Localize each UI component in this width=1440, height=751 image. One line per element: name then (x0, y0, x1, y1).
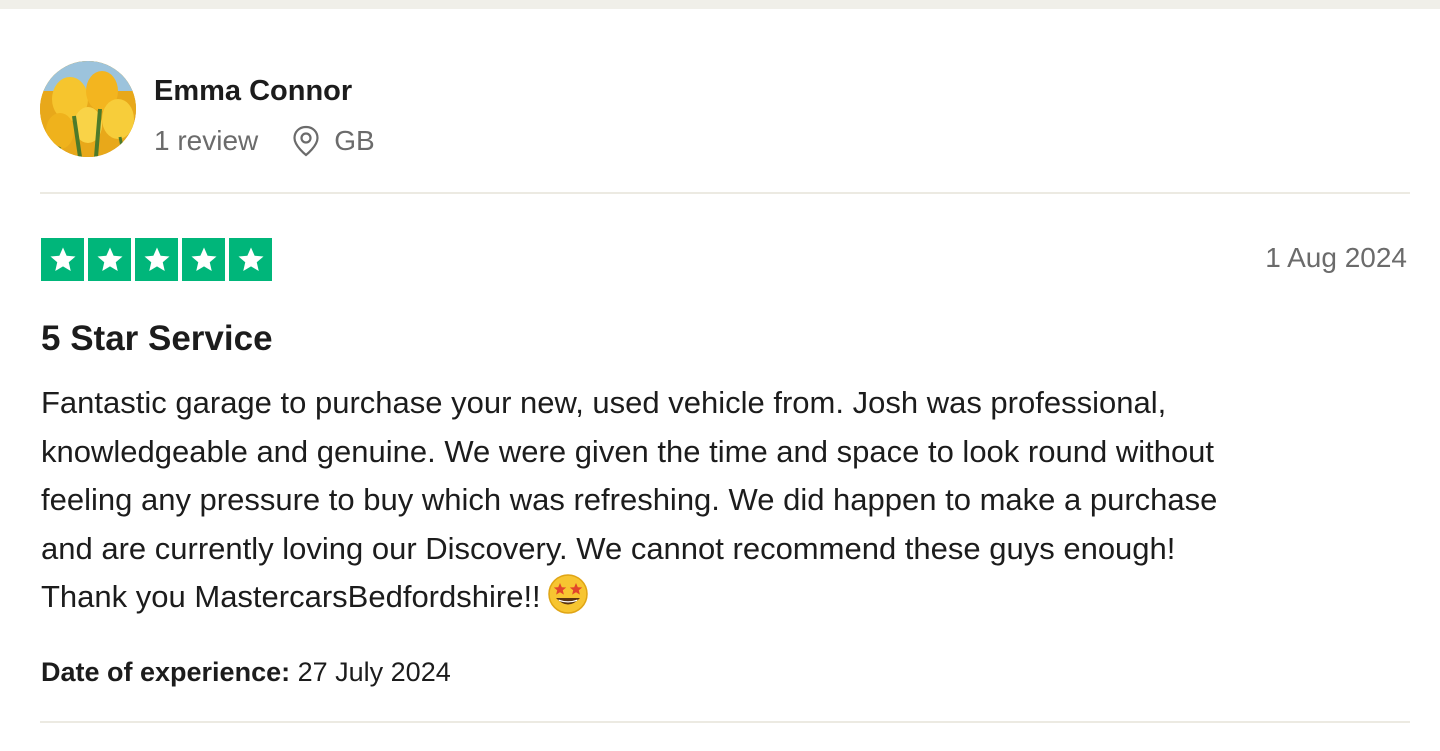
review-body-line: Thank you MastercarsBedfordshire!! (41, 579, 541, 614)
date-of-experience: Date of experience: 27 July 2024 (41, 657, 451, 688)
review-date: 1 Aug 2024 (1265, 242, 1407, 273)
reviewer-country: GB (334, 125, 375, 156)
reviewer-meta: 1 review GB (154, 124, 375, 158)
reviewer-avatar[interactable] (40, 61, 136, 157)
review-body-line: feeling any pressure to buy which was re… (41, 482, 1218, 517)
header-divider (40, 192, 1410, 194)
reviewer-name[interactable]: Emma Connor (154, 75, 352, 108)
review-title[interactable]: 5 Star Service (41, 319, 273, 359)
star-icon (88, 238, 131, 281)
star-rating (41, 238, 272, 281)
experience-date: 27 July 2024 (297, 657, 451, 687)
review-body-line: and are currently loving our Discovery. … (41, 530, 1176, 566)
map-pin-icon (292, 125, 320, 157)
star-icon (229, 238, 272, 281)
star-struck-emoji-icon (547, 573, 589, 630)
tulip-photo-icon (40, 61, 136, 157)
review-body-line: knowledgeable and genuine. We were given… (41, 433, 1215, 469)
footer-divider (40, 721, 1410, 723)
review-body: Fantastic garage to purchase your new, u… (41, 379, 1416, 630)
star-icon (182, 238, 225, 281)
review-count: 1 review (154, 125, 259, 156)
star-icon (135, 238, 178, 281)
star-icon (41, 238, 84, 281)
review-card: Emma Connor 1 review GB 1 Aug 2024 5 Sta… (0, 0, 1440, 751)
experience-label: Date of experience: (41, 657, 291, 687)
review-body-line: Fantastic garage to purchase your new, u… (41, 385, 1167, 420)
